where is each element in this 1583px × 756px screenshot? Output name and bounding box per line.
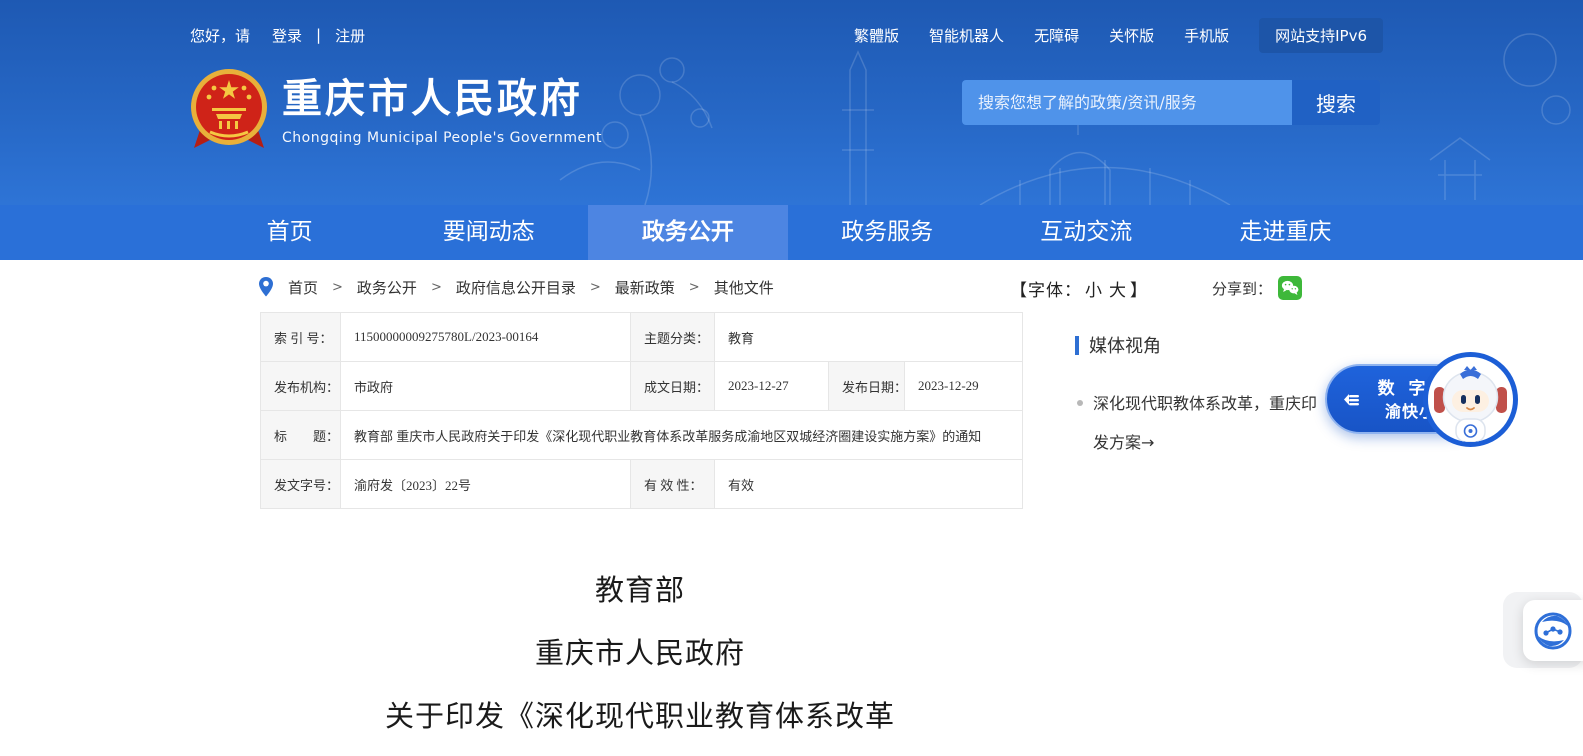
validity-value: 有效	[715, 460, 1023, 509]
media-perspective-panel: 媒体视角 深化现代职教体系改革，重庆印发方案→	[1075, 332, 1340, 462]
ipv6-support-badge[interactable]: 网站支持IPv6	[1259, 18, 1383, 53]
document-title-line-1: 教育部	[240, 556, 1040, 619]
site-subtitle: Chongqing Municipal People's Government	[282, 130, 602, 146]
font-size-widget: 【字体： 小 大 】	[1010, 276, 1148, 301]
main-nav: 首页 要闻动态 政务公开 政务服务 互动交流 走进重庆	[0, 205, 1583, 260]
doc-meta-table: 索 引 号： 11500000009275780L/2023-00164 主题分…	[260, 312, 1023, 509]
media-item-text: 深化现代职教体系改革，重庆印发方案→	[1093, 384, 1331, 462]
accessibility-link[interactable]: 无障碍	[1034, 25, 1079, 46]
bullet-icon	[1077, 400, 1083, 406]
validity-label: 有 效 性：	[631, 460, 715, 509]
nav-item-about-chongqing[interactable]: 走进重庆	[1186, 205, 1385, 260]
wechat-share-icon[interactable]	[1278, 276, 1302, 300]
index-number-value: 11500000009275780L/2023-00164	[341, 313, 631, 362]
breadcrumb-separator: >	[590, 280, 601, 295]
page: 您好，请 登录 | 注册 繁體版 智能机器人 无障碍 关怀版 手机版 网站支持I…	[0, 0, 1583, 756]
nav-item-home[interactable]: 首页	[190, 205, 389, 260]
meta-row: 发布机构： 市政府 成文日期： 2023-12-27 发布日期： 2023-12…	[261, 362, 1023, 411]
meta-row: 索 引 号： 11500000009275780L/2023-00164 主题分…	[261, 313, 1023, 362]
topic-category-label: 主题分类：	[631, 313, 715, 362]
login-register-divider: |	[316, 26, 321, 44]
assistant-robot-avatar[interactable]	[1423, 352, 1518, 447]
font-small-button[interactable]: 小	[1085, 276, 1103, 301]
breadcrumb-info-catalog[interactable]: 政府信息公开目录	[456, 277, 576, 298]
mobile-version-link[interactable]: 手机版	[1184, 25, 1229, 46]
document-title-line-3: 关于印发《深化现代职业教育体系改革	[240, 682, 1040, 745]
index-number-label: 索 引 号：	[261, 313, 341, 362]
media-perspective-item[interactable]: 深化现代职教体系改革，重庆印发方案→	[1075, 384, 1340, 462]
publish-date-label: 发布日期：	[829, 362, 905, 411]
digital-assistant-widget: 数 字 人 渝快小宝	[1325, 352, 1530, 447]
breadcrumb-separator: >	[431, 280, 442, 295]
breadcrumb-separator: >	[689, 280, 700, 295]
float-widget-icon	[1534, 612, 1572, 650]
section-accent-bar	[1075, 336, 1079, 355]
site-title: 重庆市人民政府	[282, 76, 602, 122]
national-emblem-icon	[190, 68, 268, 154]
register-link[interactable]: 注册	[335, 25, 365, 46]
breadcrumb: 首页 > 政务公开 > 政府信息公开目录 > 最新政策 > 其他文件	[258, 276, 774, 298]
breadcrumb-latest-policies[interactable]: 最新政策	[615, 277, 675, 298]
doc-number-value: 渝府发〔2023〕22号	[341, 460, 631, 509]
site-search: 搜索	[962, 80, 1380, 125]
issuing-agency-label: 发布机构：	[261, 362, 341, 411]
doc-number-label: 发文字号：	[261, 460, 341, 509]
topic-category-value: 教育	[715, 313, 1023, 362]
issuing-agency-value: 市政府	[341, 362, 631, 411]
media-perspective-header: 媒体视角	[1075, 332, 1340, 358]
nav-item-interaction[interactable]: 互动交流	[987, 205, 1186, 260]
top-utility-bar: 您好，请 登录 | 注册 繁體版 智能机器人 无障碍 关怀版 手机版 网站支持I…	[190, 22, 1383, 48]
search-input[interactable]	[962, 80, 1292, 125]
assistant-menu-icon	[1341, 390, 1361, 410]
breadcrumb-separator: >	[332, 280, 343, 295]
media-perspective-title: 媒体视角	[1089, 332, 1161, 358]
robot-avatar-icon	[1428, 357, 1513, 442]
float-side-widget[interactable]	[1523, 600, 1583, 661]
share-widget: 分享到：	[1212, 276, 1302, 300]
document-title: 教育部 重庆市人民政府 关于印发《深化现代职业教育体系改革	[240, 556, 1040, 745]
breadcrumb-home[interactable]: 首页	[288, 277, 318, 298]
traditional-chinese-link[interactable]: 繁體版	[854, 25, 899, 46]
greeting-text: 您好，请	[190, 25, 250, 46]
login-link[interactable]: 登录	[272, 25, 302, 46]
nav-item-gov-affairs[interactable]: 政务公开	[588, 205, 787, 260]
doc-title-label: 标 题：	[261, 411, 341, 460]
location-pin-icon	[258, 276, 274, 298]
search-button[interactable]: 搜索	[1292, 80, 1380, 125]
smart-robot-link[interactable]: 智能机器人	[929, 25, 1004, 46]
breadcrumb-gov-affairs[interactable]: 政务公开	[357, 277, 417, 298]
doc-title-value: 教育部 重庆市人民政府关于印发《深化现代职业教育体系改革服务成渝地区双城经济圈建…	[341, 411, 1023, 460]
meta-row: 发文字号： 渝府发〔2023〕22号 有 效 性： 有效	[261, 460, 1023, 509]
meta-row: 标 题： 教育部 重庆市人民政府关于印发《深化现代职业教育体系改革服务成渝地区双…	[261, 411, 1023, 460]
utility-links: 繁體版 智能机器人 无障碍 关怀版 手机版 网站支持IPv6	[854, 18, 1383, 53]
publish-date-value: 2023-12-29	[905, 362, 1023, 411]
site-logo[interactable]: 重庆市人民政府 Chongqing Municipal People's Gov…	[190, 68, 602, 154]
written-date-label: 成文日期：	[631, 362, 715, 411]
font-size-suffix: 】	[1130, 276, 1148, 301]
breadcrumb-row: 首页 > 政务公开 > 政府信息公开目录 > 最新政策 > 其他文件 【字体： …	[240, 272, 1350, 308]
logo-text: 重庆市人民政府 Chongqing Municipal People's Gov…	[282, 76, 602, 146]
font-large-button[interactable]: 大	[1109, 276, 1127, 301]
main-nav-items: 首页 要闻动态 政务公开 政务服务 互动交流 走进重庆	[190, 205, 1385, 260]
document-title-line-2: 重庆市人民政府	[240, 619, 1040, 682]
share-label: 分享到：	[1212, 278, 1272, 299]
nav-item-news[interactable]: 要闻动态	[389, 205, 588, 260]
font-size-prefix: 【字体：	[1010, 276, 1082, 301]
account-links: 您好，请 登录 | 注册	[190, 25, 365, 46]
written-date-value: 2023-12-27	[715, 362, 829, 411]
breadcrumb-other-documents[interactable]: 其他文件	[714, 277, 774, 298]
site-header: 您好，请 登录 | 注册 繁體版 智能机器人 无障碍 关怀版 手机版 网站支持I…	[0, 0, 1583, 205]
care-version-link[interactable]: 关怀版	[1109, 25, 1154, 46]
nav-item-services[interactable]: 政务服务	[788, 205, 987, 260]
